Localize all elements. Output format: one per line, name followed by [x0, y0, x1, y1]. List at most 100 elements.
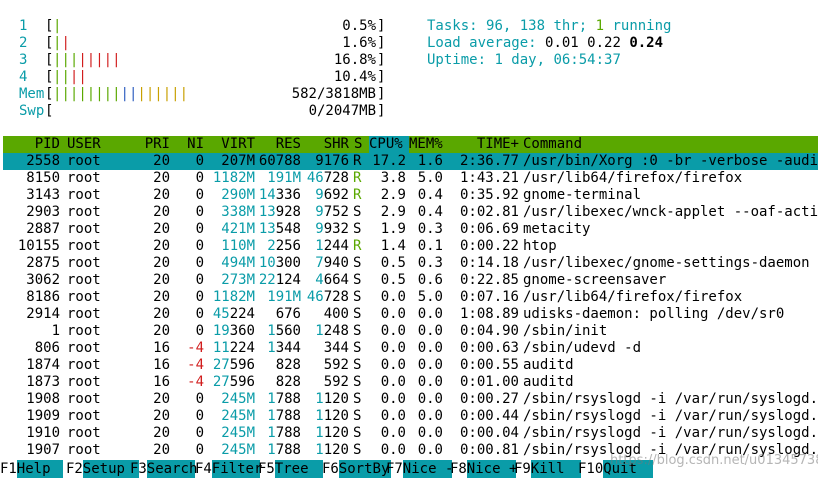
- column-header-time[interactable]: TIME+: [453, 136, 519, 153]
- fkey-f10[interactable]: F10: [578, 460, 603, 478]
- fkey-f1[interactable]: F1: [0, 460, 17, 478]
- process-command: auditd: [523, 374, 574, 390]
- process-pid: 2887: [26, 221, 60, 237]
- process-row[interactable]: 1873 root 16 -4 27596 828 592 S 0.0 0.0 0:01.00 aud…: [3, 374, 818, 391]
- process-mem: 1.6: [417, 153, 443, 169]
- process-shr: 592: [323, 357, 349, 373]
- process-row[interactable]: 10155 root 20 0 110M 2256 1244 R 1.4 0.1 0:00.22 ht…: [3, 238, 818, 255]
- thousands-part: 46: [306, 170, 324, 186]
- fkey-label-nice[interactable]: Nice +: [466, 460, 517, 478]
- process-cpu: 0.0: [380, 408, 406, 424]
- process-row[interactable]: 806 root 16 -4 11224 1344 344 S 0.0 0.0 0:00.63/sb…: [3, 340, 818, 357]
- process-shr: 1120: [303, 408, 349, 425]
- process-row[interactable]: 1 root 20 0 19360 1560 1248 S 0.0 0.0 0:04.90/sbin…: [3, 323, 818, 340]
- thousands-part: 7: [315, 255, 324, 271]
- units-part: 788: [275, 425, 301, 441]
- thousands-part: 11: [212, 340, 230, 356]
- process-virt: 273M: [221, 272, 255, 288]
- process-user: root: [67, 170, 101, 186]
- thousands-part: 13: [258, 221, 276, 237]
- process-row[interactable]: 3143 root 20 0 290M 14336 9692 R 2.9 0.4 0:35.92 gn…: [3, 187, 818, 204]
- process-row[interactable]: 3062 root 20 0 273M 22124 4664 S 0.5 0.6 0:22.85 gn…: [3, 272, 818, 289]
- process-pri: 20: [153, 408, 170, 424]
- fkey-label-search[interactable]: Search: [146, 460, 197, 478]
- cpu-meter-bars: ||: [53, 35, 70, 52]
- process-cpu: 2.9: [380, 204, 406, 220]
- process-row[interactable]: 1874 root 16 -4 27596 828 592 S 0.0 0.0 0:00.55 aud…: [3, 357, 818, 374]
- units-part: 728: [323, 289, 349, 305]
- process-virt: 494M: [221, 255, 255, 271]
- mem-bar-segment: |: [162, 86, 172, 102]
- process-row[interactable]: 2875 root 20 0 494M 10300 7940 S 0.5 0.3 0:14.18/u…: [3, 255, 818, 272]
- process-command: /sbin/udevd -d: [523, 340, 642, 356]
- process-pri: 16: [153, 340, 170, 356]
- process-row[interactable]: 1910 root 20 0 245M 1788 1120 S 0.0 0.0 0:00.04/sb…: [3, 425, 818, 442]
- process-virt: 1182M: [212, 289, 255, 305]
- column-header-cpu[interactable]: CPU%: [369, 136, 409, 153]
- fkey-label-sortby[interactable]: SortBy: [338, 460, 391, 478]
- process-row[interactable]: 2914 root 20 0 45224 676 400 S 0.0 0.0 1:08.89 udis…: [3, 306, 818, 323]
- thousands-part: 1: [315, 442, 324, 458]
- column-header-command[interactable]: Command: [523, 136, 613, 153]
- cpu-meter-3: 3[|||||||| 16.8%]: [0, 52, 390, 69]
- process-row[interactable]: 1909 root 20 0 245M 1788 1120 S 0.0 0.0 0:00.44/sb…: [3, 408, 818, 425]
- fkey-f3[interactable]: F3: [130, 460, 147, 478]
- process-user: root: [67, 187, 101, 203]
- column-header-ni[interactable]: NI: [171, 136, 204, 153]
- column-header-shr[interactable]: SHR: [303, 136, 349, 153]
- units-part: 560: [275, 323, 301, 339]
- fkey-f6[interactable]: F6: [322, 460, 339, 478]
- column-header-user[interactable]: USER: [67, 136, 127, 153]
- process-row[interactable]: 2558 root 20 0 207M 60788 9176 R 17.2 1.6 2:36.77/…: [3, 153, 818, 170]
- fkey-label-tree[interactable]: Tree: [274, 460, 323, 478]
- mem-bar-segment: |: [171, 86, 180, 102]
- process-user: root: [67, 425, 101, 441]
- column-header-mem[interactable]: MEM%: [409, 136, 449, 153]
- column-header-s[interactable]: S: [354, 136, 366, 153]
- process-command: htop: [523, 238, 557, 254]
- process-mem: 5.0: [417, 289, 443, 305]
- fkey-f8[interactable]: F8: [450, 460, 467, 478]
- units-part: 932: [323, 221, 349, 237]
- process-user: root: [67, 255, 101, 271]
- thousands-part: 27: [212, 357, 230, 373]
- running-count: 1: [595, 18, 605, 34]
- process-ni: 0: [195, 238, 204, 254]
- fkey-f4[interactable]: F4: [195, 460, 212, 478]
- column-header-pri[interactable]: PRI: [133, 136, 170, 153]
- process-row[interactable]: 2887 root 20 0 421M 13548 9932 S 1.9 0.3 0:06.69 me…: [3, 221, 818, 238]
- process-state: S: [353, 425, 362, 441]
- fkey-f9[interactable]: F9: [514, 460, 531, 478]
- process-row[interactable]: 8186 root 20 0 1182M 191M 46728 S 0.0 5.0 0:07.16/…: [3, 289, 818, 306]
- process-row[interactable]: 1908 root 20 0 245M 1788 1120 S 0.0 0.0 0:00.27/sb…: [3, 391, 818, 408]
- process-ni: 0: [195, 272, 204, 288]
- process-virt: 338M: [221, 204, 255, 220]
- thousands-part: 9: [315, 187, 324, 203]
- process-cpu: 0.0: [380, 391, 406, 407]
- process-user: root: [67, 238, 101, 254]
- fkey-label-help[interactable]: Help: [16, 460, 63, 478]
- process-pid: 1: [51, 323, 60, 339]
- fkey-f5[interactable]: F5: [258, 460, 275, 478]
- process-row[interactable]: 2903 root 20 0 338M 13928 9752 S 2.9 0.4 0:02.81/u…: [3, 204, 818, 221]
- fkey-f2[interactable]: F2: [66, 460, 83, 478]
- column-header-res[interactable]: RES: [258, 136, 301, 153]
- fkey-label-kill[interactable]: Kill: [530, 460, 581, 478]
- process-mem: 0.4: [417, 204, 443, 220]
- process-shr: 1244: [303, 238, 349, 255]
- process-res: 14336: [258, 187, 301, 204]
- units-part: 728: [323, 170, 349, 186]
- process-shr: 1120: [303, 425, 349, 442]
- fkey-label-filter[interactable]: Filter: [211, 460, 262, 478]
- process-virt: 207M: [221, 153, 255, 169]
- column-header-pid[interactable]: PID: [3, 136, 60, 153]
- process-user: root: [67, 408, 101, 424]
- process-row[interactable]: 8150 root 20 0 1182M 191M 46728 R 3.8 5.0 1:43.21/…: [3, 170, 818, 187]
- mem-meter-label: Mem: [19, 86, 45, 102]
- process-command: /sbin/rsyslogd -i /var/run/syslogd.pi: [523, 408, 818, 424]
- units-part: 244: [323, 238, 349, 254]
- fkey-f7[interactable]: F7: [386, 460, 403, 478]
- process-command: gnome-screensaver: [523, 272, 667, 288]
- fkey-label-nice[interactable]: Nice -: [402, 460, 453, 478]
- column-header-virt[interactable]: VIRT: [208, 136, 255, 153]
